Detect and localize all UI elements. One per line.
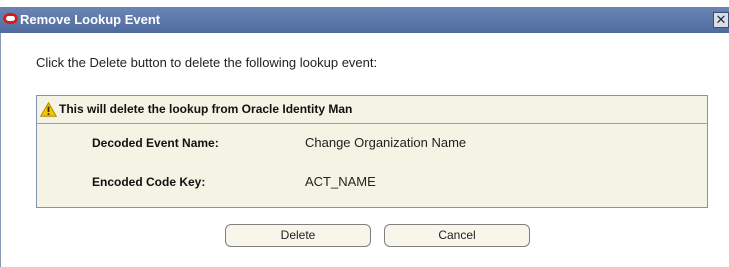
- close-button[interactable]: ✕: [713, 12, 729, 28]
- decoded-event-name-value: Change Organization Name: [305, 135, 467, 150]
- instruction-text: Click the Delete button to delete the fo…: [36, 55, 378, 70]
- dialog-titlebar: Remove Lookup Event ✕: [0, 7, 729, 33]
- warning-header: This will delete the lookup from Oracle …: [37, 96, 707, 124]
- dialog-left-border: [0, 33, 1, 267]
- cancel-button[interactable]: Cancel: [384, 224, 530, 247]
- lookup-details-panel: This will delete the lookup from Oracle …: [36, 95, 708, 208]
- decoded-event-name-row: Decoded Event Name: Change Organization …: [37, 135, 707, 156]
- delete-button[interactable]: Delete: [225, 224, 371, 247]
- warning-message: This will delete the lookup from Oracle …: [59, 102, 353, 116]
- warning-triangle-icon: [40, 102, 57, 117]
- remove-lookup-event-dialog: Remove Lookup Event ✕ Click the Delete b…: [0, 0, 729, 267]
- dialog-title: Remove Lookup Event: [20, 12, 161, 27]
- encoded-code-key-row: Encoded Code Key: ACT_NAME: [37, 174, 707, 195]
- encoded-code-key-value: ACT_NAME: [305, 174, 376, 189]
- encoded-code-key-label: Encoded Code Key:: [92, 175, 206, 189]
- oracle-logo-icon: [3, 13, 18, 24]
- decoded-event-name-label: Decoded Event Name:: [92, 136, 219, 150]
